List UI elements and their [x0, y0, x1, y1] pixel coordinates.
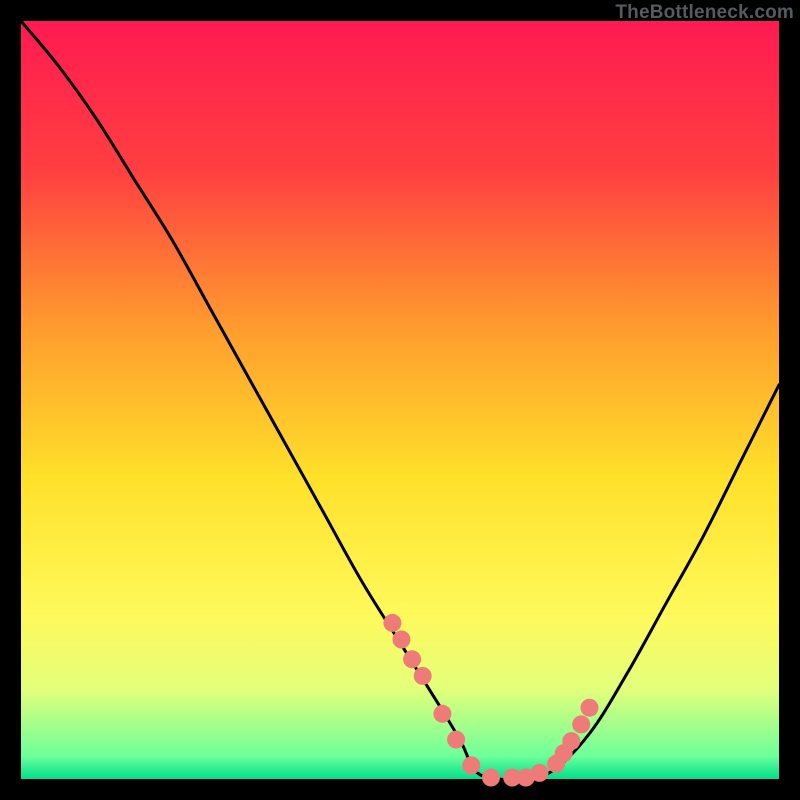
highlight-dot [531, 764, 549, 782]
highlight-dot [393, 631, 411, 649]
highlight-dot [462, 756, 480, 774]
highlight-dot [414, 667, 432, 685]
highlight-dot [562, 732, 580, 750]
bottleneck-curve [21, 21, 779, 780]
highlight-dot [482, 769, 500, 787]
watermark-label: TheBottleneck.com [615, 2, 794, 24]
highlight-dot [433, 705, 451, 723]
highlight-dot [572, 715, 590, 733]
curve-layer [21, 21, 779, 779]
highlight-dot [581, 699, 599, 717]
plot-area [21, 21, 779, 779]
highlight-dot [447, 731, 465, 749]
highlight-dot [403, 650, 421, 668]
highlight-dot [383, 614, 401, 632]
chart-frame: TheBottleneck.com [0, 0, 800, 800]
